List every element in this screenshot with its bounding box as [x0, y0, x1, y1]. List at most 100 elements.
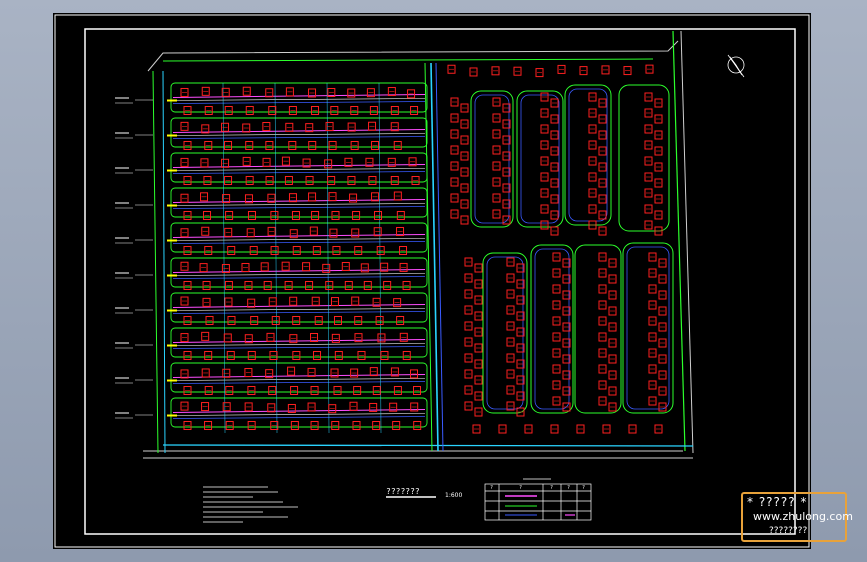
building: [598, 300, 607, 310]
building: [492, 161, 501, 171]
building: [474, 391, 483, 401]
building: [552, 348, 561, 358]
building: [183, 141, 192, 150]
building: [393, 191, 402, 201]
building: [598, 146, 607, 156]
building: [598, 252, 607, 262]
building: [654, 162, 663, 172]
building: [658, 354, 667, 364]
building: [474, 327, 483, 337]
building: [550, 194, 559, 204]
building: [250, 316, 259, 325]
building: [506, 337, 515, 347]
building: [552, 396, 561, 406]
building: [396, 211, 405, 220]
pipe-line: [172, 339, 426, 343]
building: [201, 368, 210, 378]
pipe-line: [172, 308, 426, 311]
building: [576, 424, 585, 434]
building: [266, 332, 275, 342]
building: [224, 281, 233, 290]
building: [550, 210, 559, 220]
building: [387, 87, 396, 97]
building: [267, 226, 276, 236]
building: [201, 226, 210, 236]
building: [180, 157, 189, 167]
building: [658, 258, 667, 268]
pipe-line: [172, 381, 426, 384]
building: [492, 113, 501, 123]
building: [314, 316, 323, 325]
building: [492, 177, 501, 187]
building: [371, 141, 380, 150]
building: [648, 268, 657, 278]
building: [227, 316, 236, 325]
pipe-line: [172, 199, 426, 203]
building: [540, 140, 549, 150]
building: [393, 386, 402, 395]
building: [263, 281, 272, 290]
building: [310, 386, 319, 395]
building: [648, 380, 657, 390]
building: [204, 141, 213, 150]
svg-text:???????: ???????: [386, 487, 420, 496]
building: [464, 385, 473, 395]
building: [588, 108, 597, 118]
building: [269, 351, 278, 360]
building: [654, 114, 663, 124]
building: [225, 421, 234, 430]
building: [292, 316, 301, 325]
building: [396, 316, 405, 325]
building: [289, 296, 298, 306]
building: [644, 188, 653, 198]
building: [287, 366, 296, 376]
building: [648, 300, 657, 310]
building: [265, 141, 274, 150]
building: [202, 297, 211, 307]
building: [180, 193, 189, 203]
building: [552, 300, 561, 310]
building: [492, 209, 501, 219]
building: [203, 176, 212, 185]
building: [598, 332, 607, 342]
building: [552, 284, 561, 294]
building: [290, 386, 299, 395]
building: [540, 92, 549, 102]
building: [183, 246, 192, 255]
building: [180, 333, 189, 343]
building: [648, 316, 657, 326]
building: [588, 172, 597, 182]
building: [375, 316, 384, 325]
cad-viewport[interactable]: ??????? 1:600 ????? * ????? * www.zhulon…: [53, 13, 853, 549]
building: [284, 281, 293, 290]
building: [225, 211, 234, 220]
building: [644, 124, 653, 134]
building: [354, 316, 363, 325]
building: [579, 66, 588, 76]
building: [598, 226, 607, 236]
building: [492, 145, 501, 155]
building: [464, 257, 473, 267]
building: [608, 322, 617, 332]
building: [302, 262, 311, 272]
building: [588, 188, 597, 198]
building: [204, 106, 213, 115]
legend-table: [484, 478, 592, 521]
building: [368, 121, 377, 131]
building: [447, 64, 456, 74]
building: [224, 106, 233, 115]
building: [474, 407, 483, 417]
building: [200, 158, 209, 168]
pipe-line: [172, 94, 426, 98]
building: [552, 252, 561, 262]
building: [309, 226, 318, 236]
building: [288, 141, 297, 150]
building: [608, 402, 617, 412]
building: [245, 141, 254, 150]
building: [353, 386, 362, 395]
building: [247, 421, 256, 430]
building: [202, 281, 211, 290]
building: [460, 199, 469, 209]
building: [222, 368, 231, 378]
scale-title: ??????? 1:600: [386, 487, 462, 499]
